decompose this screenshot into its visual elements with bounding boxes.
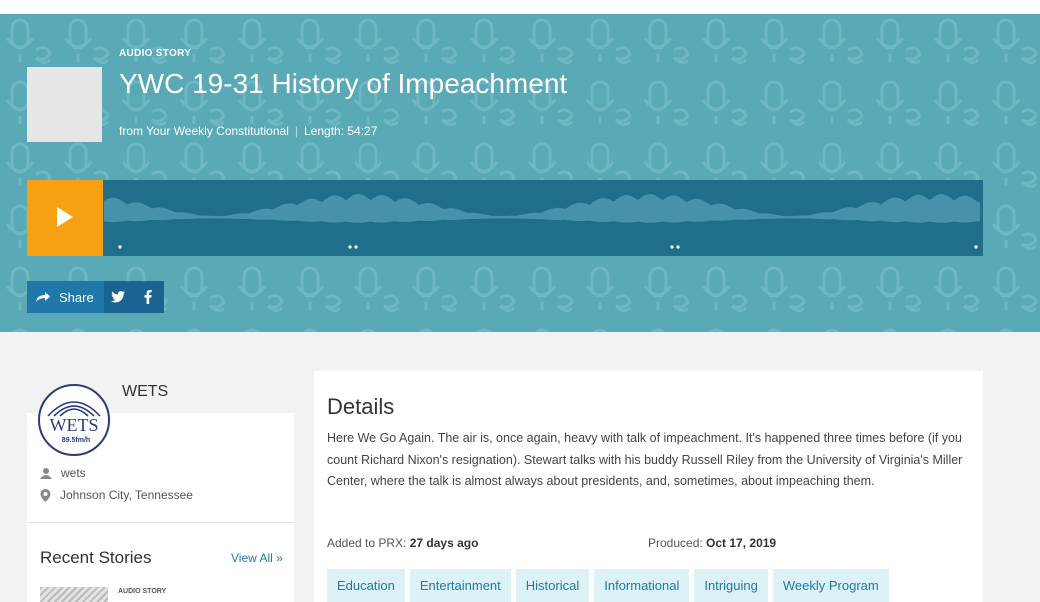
story-header: AUDIO STORY YWC 19-31 History of Impeach… (0, 14, 1040, 332)
view-all-link[interactable]: View All » (231, 551, 283, 565)
recent-story-type-label: AUDIO STORY (118, 588, 167, 595)
story-length: Length: 54:27 (304, 124, 378, 138)
added-value: 27 days ago (409, 536, 479, 550)
audio-player (27, 180, 983, 256)
twitter-icon (110, 291, 125, 303)
twitter-button[interactable] (103, 281, 132, 313)
location-pin-icon (40, 488, 51, 502)
sidebar-divider (27, 522, 294, 523)
tag-item[interactable]: Education (327, 569, 405, 602)
logo-text: WETS (50, 415, 99, 435)
tag-item[interactable]: Informational (594, 569, 690, 602)
recent-stories-heading: Recent Stories (40, 548, 152, 567)
tag-item[interactable]: Entertainment (409, 569, 511, 602)
recent-story-thumbnail[interactable] (40, 587, 108, 602)
play-button[interactable] (27, 180, 103, 256)
added-label: Added to PRX: (327, 536, 407, 550)
user-icon (40, 467, 52, 479)
station-location-row: Johnson City, Tennessee (40, 488, 193, 502)
produced-value: Oct 17, 2019 (706, 536, 777, 550)
meta-separator: | (294, 124, 298, 138)
story-description: Here We Go Again. The air is, once again… (327, 431, 963, 488)
share-arrow-icon (36, 292, 50, 302)
produced-label: Produced: (648, 536, 703, 550)
tag-item[interactable]: Historical (515, 569, 590, 602)
added-to-prx: Added to PRX: 27 days ago (327, 536, 478, 550)
play-icon (57, 207, 73, 227)
share-label: Share (59, 289, 94, 305)
story-type-label: AUDIO STORY (119, 48, 192, 59)
series-link[interactable]: from Your Weekly Constitutional (119, 124, 289, 138)
station-user[interactable]: wets (61, 466, 86, 480)
tag-list: Education Entertainment Historical Infor… (327, 569, 889, 602)
tag-item[interactable]: Intriguing (694, 569, 768, 602)
station-user-row: wets (40, 466, 86, 480)
station-logo[interactable]: WETS 89.5fm/h (38, 384, 110, 456)
produced-date: Produced: Oct 17, 2019 (648, 536, 776, 550)
tag-item[interactable]: Weekly Program (772, 569, 889, 602)
story-thumbnail (27, 67, 102, 142)
story-title: YWC 19-31 History of Impeachment (119, 68, 568, 99)
share-bar: Share (27, 281, 164, 313)
share-button[interactable]: Share (27, 281, 104, 313)
story-meta: from Your Weekly Constitutional | Length: … (119, 124, 377, 138)
facebook-icon (144, 290, 152, 304)
top-bar (0, 0, 1040, 14)
waveform-scrubber[interactable] (103, 180, 983, 256)
logo-subtext: 89.5fm/h (62, 437, 90, 444)
facebook-button[interactable] (131, 281, 164, 313)
details-heading: Details (327, 394, 395, 419)
station-location: Johnson City, Tennessee (60, 488, 193, 502)
station-logo-graphic: WETS 89.5fm/h (47, 401, 101, 444)
station-name[interactable]: WETS (122, 383, 168, 401)
